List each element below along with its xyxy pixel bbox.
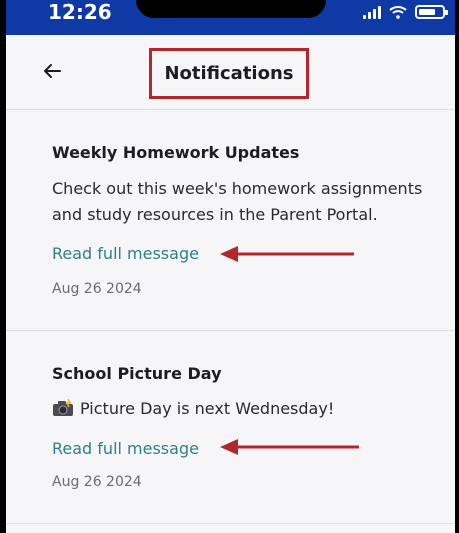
notification-title: School Picture Day bbox=[52, 364, 222, 383]
wifi-icon bbox=[389, 6, 407, 19]
app-screen: 12:26 Notifications Weekly Homework Upda… bbox=[6, 0, 455, 533]
notification-date: Aug 26 2024 bbox=[52, 281, 142, 297]
notification-body: Check out this week's homework assignmen… bbox=[52, 179, 423, 224]
notification-body: Picture Day is next Wednesday! bbox=[80, 399, 335, 418]
signal-icon bbox=[363, 5, 381, 19]
back-button[interactable] bbox=[36, 55, 68, 87]
read-full-message-link[interactable]: Read full message bbox=[52, 439, 199, 458]
status-bar: 12:26 bbox=[6, 0, 455, 35]
notification-item[interactable]: Weekly Homework Updates Check out this w… bbox=[6, 111, 455, 331]
status-icons bbox=[363, 4, 448, 20]
battery-icon bbox=[415, 5, 448, 19]
camera-flash-icon bbox=[53, 399, 73, 416]
annotation-arrow-icon bbox=[220, 246, 354, 262]
annotation-arrow-icon bbox=[220, 439, 359, 455]
title-highlight-box: Notifications bbox=[149, 48, 309, 99]
phone-notch bbox=[136, 0, 326, 18]
notification-date: Aug 26 2024 bbox=[52, 474, 142, 490]
page-header: Notifications bbox=[6, 35, 455, 110]
arrow-left-icon bbox=[44, 64, 61, 78]
read-full-message-link[interactable]: Read full message bbox=[52, 244, 199, 263]
notification-item[interactable]: School Picture Day Picture Day is next W… bbox=[6, 332, 455, 524]
notification-title: Weekly Homework Updates bbox=[52, 143, 300, 162]
notification-body-row: Picture Day is next Wednesday! bbox=[52, 396, 432, 422]
page-title: Notifications bbox=[164, 63, 294, 84]
status-time: 12:26 bbox=[48, 0, 112, 24]
